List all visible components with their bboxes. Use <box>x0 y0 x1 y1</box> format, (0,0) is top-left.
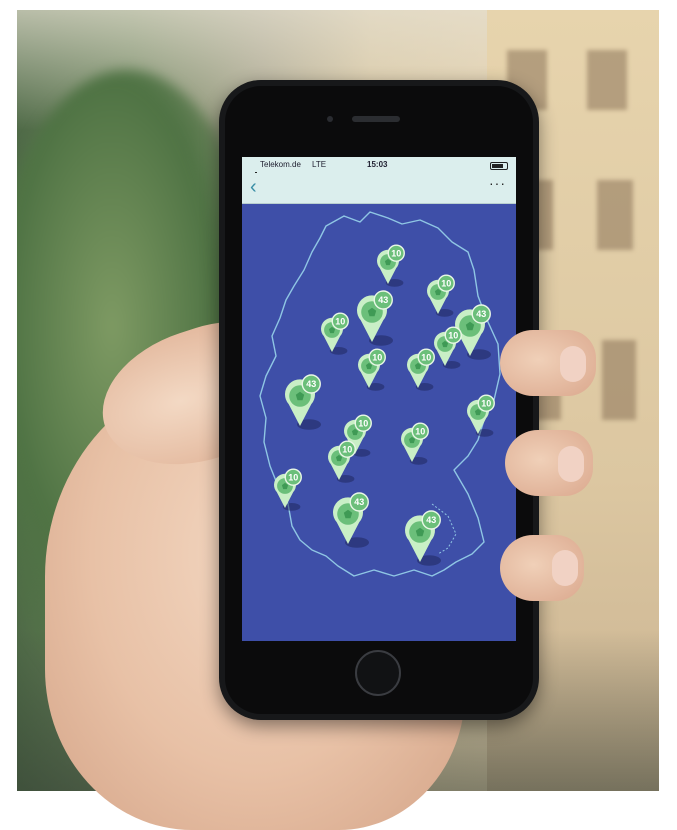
front-camera <box>327 116 333 122</box>
status-bar: Telekom.de LTE 15:03 <box>242 157 516 178</box>
marker-count-label: 10 <box>441 278 451 288</box>
cluster-marker[interactable]: 10 <box>358 348 386 391</box>
marker-count-label: 10 <box>391 248 401 258</box>
marker-count-label: 43 <box>476 309 486 319</box>
cluster-marker[interactable]: 10 <box>407 348 435 391</box>
marker-count-label: 43 <box>306 379 316 389</box>
marker-count-label: 43 <box>354 497 364 507</box>
building-window <box>602 340 636 420</box>
earpiece-speaker <box>352 116 400 122</box>
marker-count-label: 10 <box>481 398 491 408</box>
network-label: LTE <box>312 160 327 169</box>
building-window <box>597 180 633 250</box>
cluster-marker[interactable]: 10 <box>328 440 356 483</box>
cluster-marker[interactable]: 10 <box>434 326 462 369</box>
marker-count-label: 10 <box>372 352 382 362</box>
marker-count-label: 10 <box>342 444 352 454</box>
cluster-marker[interactable]: 43 <box>285 374 321 430</box>
carrier-label: Telekom.de <box>260 160 301 169</box>
fingernail <box>560 346 586 382</box>
clock: 15:03 <box>367 160 388 169</box>
marker-count-label: 10 <box>288 472 298 482</box>
fingernail <box>552 550 578 586</box>
cluster-marker[interactable]: 10 <box>274 468 302 511</box>
marker-count-label: 10 <box>335 316 345 326</box>
cluster-marker[interactable]: 10 <box>321 312 349 355</box>
building-window <box>587 50 627 110</box>
marker-count-label: 10 <box>448 330 458 340</box>
app-navigation-bar: ‹ ··· <box>242 173 516 204</box>
more-options-button[interactable]: ··· <box>489 175 506 191</box>
fingernail <box>558 446 584 482</box>
map-canvas: 10 10 43 10 43 10 10 10 43 10 10 10 10 10 43 43 <box>259 211 501 577</box>
battery-icon <box>490 162 508 170</box>
cluster-marker[interactable]: 10 <box>427 274 455 317</box>
cluster-marker[interactable]: 10 <box>377 244 405 287</box>
cluster-marker[interactable]: 10 <box>401 422 429 465</box>
cluster-marker[interactable]: 43 <box>357 290 393 346</box>
cluster-marker[interactable]: 10 <box>467 394 495 437</box>
marker-layer: 10 10 43 10 43 10 10 10 43 10 10 10 10 10 43 43 <box>274 244 495 566</box>
marker-count-label: 10 <box>421 352 431 362</box>
marker-count-label: 43 <box>426 515 436 525</box>
marker-count-label: 10 <box>415 426 425 436</box>
home-button[interactable] <box>355 650 401 696</box>
marker-count-label: 43 <box>378 295 388 305</box>
marker-count-label: 10 <box>358 418 368 428</box>
germany-map[interactable]: 10 10 43 10 43 10 10 10 43 10 10 10 10 10 43 43 <box>242 204 516 641</box>
chevron-left-icon[interactable]: ‹ <box>250 175 257 199</box>
cluster-marker[interactable]: 43 <box>333 492 369 548</box>
cluster-marker[interactable]: 43 <box>405 510 441 566</box>
smartphone: Telekom.de LTE 15:03 ‹ ··· 10 10 43 10 43 10 1… <box>219 80 539 720</box>
phone-screen: Telekom.de LTE 15:03 ‹ ··· 10 10 43 10 43 10 1… <box>242 157 516 641</box>
